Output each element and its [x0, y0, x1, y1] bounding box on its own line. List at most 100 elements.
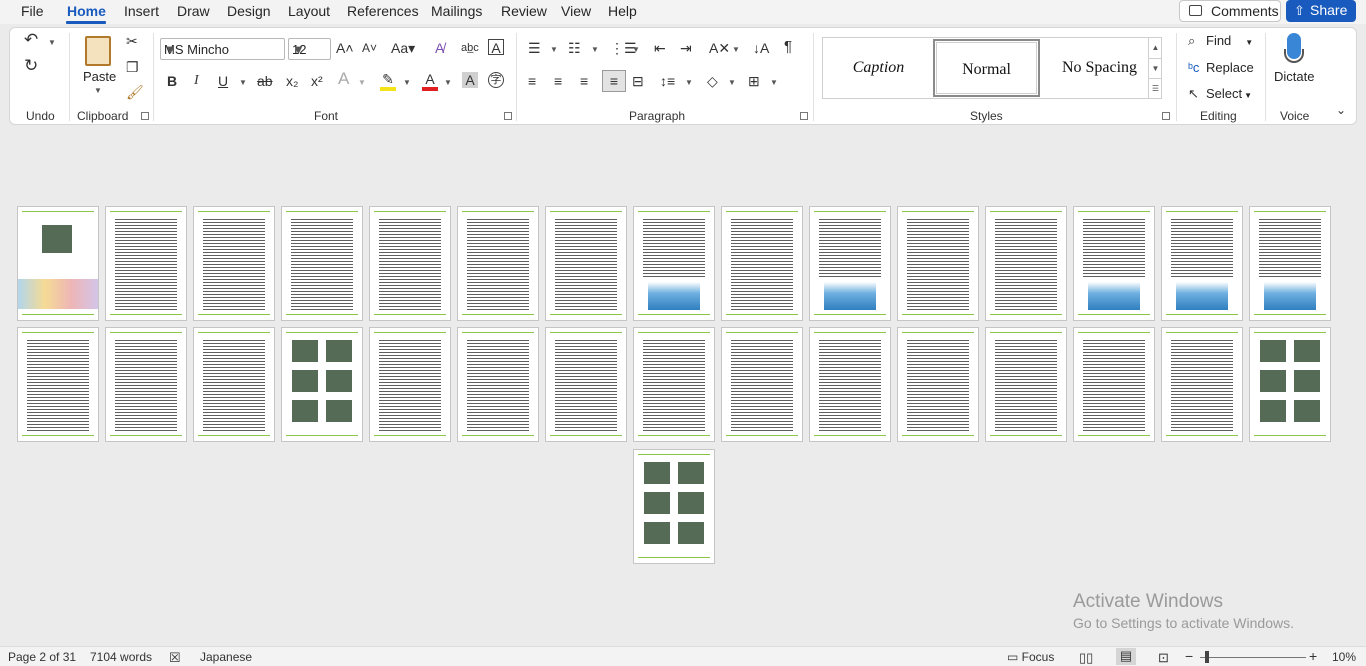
- document-page-thumbnail[interactable]: [1249, 206, 1331, 321]
- align-right-icon[interactable]: ≡: [580, 73, 588, 89]
- document-page-thumbnail[interactable]: [457, 327, 539, 442]
- focus-button[interactable]: ▭ Focus: [1007, 650, 1054, 664]
- text-effects-icon[interactable]: A: [338, 70, 349, 87]
- asian-layout-icon[interactable]: A✕: [709, 40, 730, 56]
- document-page-thumbnail[interactable]: [809, 206, 891, 321]
- share-button[interactable]: ⇧ Share: [1286, 0, 1356, 22]
- tab-view[interactable]: View: [561, 3, 591, 19]
- page-indicator[interactable]: Page 2 of 31: [8, 650, 76, 664]
- styles-more-icon[interactable]: ☰: [1148, 78, 1162, 98]
- collapse-ribbon-icon[interactable]: ⌄: [1336, 102, 1346, 118]
- increase-indent-icon[interactable]: ⇥: [680, 40, 692, 56]
- align-left-icon[interactable]: ≡: [528, 73, 536, 89]
- bullets-icon[interactable]: ☰: [528, 40, 541, 56]
- format-painter-icon[interactable]: 🖌: [126, 84, 144, 100]
- find-button[interactable]: ⌕ Find ▼: [1188, 33, 1253, 49]
- document-page-thumbnail[interactable]: [17, 327, 99, 442]
- word-count[interactable]: 7104 words: [90, 650, 152, 664]
- document-page-thumbnail[interactable]: [633, 449, 715, 564]
- document-page-thumbnail[interactable]: [17, 206, 99, 321]
- style-caption[interactable]: Caption: [826, 39, 931, 97]
- undo-dropdown-icon[interactable]: ▼: [48, 38, 56, 47]
- tab-file[interactable]: File: [21, 3, 44, 19]
- proofing-icon[interactable]: ☒: [169, 650, 181, 666]
- text-effects-dropdown-icon[interactable]: ▼: [358, 78, 366, 87]
- redo-icon[interactable]: ↻: [24, 57, 38, 74]
- grow-font-icon[interactable]: A˄: [336, 40, 354, 56]
- font-name-select[interactable]: MS Mincho ▼: [160, 38, 285, 60]
- document-page-thumbnail[interactable]: [633, 327, 715, 442]
- tab-insert[interactable]: Insert: [124, 3, 159, 19]
- borders-icon[interactable]: ⊞: [748, 73, 760, 89]
- print-layout-icon[interactable]: ▤: [1116, 648, 1136, 665]
- dictate-button[interactable]: Dictate: [1272, 31, 1316, 91]
- document-page-thumbnail[interactable]: [105, 206, 187, 321]
- paste-button[interactable]: Paste ▼: [80, 34, 116, 96]
- font-launcher-icon[interactable]: [504, 112, 512, 120]
- clear-formatting-icon[interactable]: A̸: [435, 40, 444, 56]
- distributed-icon[interactable]: ⊟: [632, 73, 644, 89]
- character-border-icon[interactable]: A: [488, 39, 504, 56]
- character-shading-icon[interactable]: A: [462, 72, 478, 88]
- document-page-thumbnail[interactable]: [1161, 327, 1243, 442]
- style-normal[interactable]: Normal: [933, 39, 1040, 97]
- comments-button[interactable]: Comments: [1179, 0, 1281, 22]
- asian-layout-dropdown-icon[interactable]: ▼: [732, 45, 740, 54]
- document-page-thumbnail[interactable]: [545, 206, 627, 321]
- change-case-icon[interactable]: Aa▾: [391, 40, 415, 56]
- document-page-thumbnail[interactable]: [721, 206, 803, 321]
- tab-review[interactable]: Review: [501, 3, 547, 19]
- zoom-slider-thumb[interactable]: [1205, 651, 1209, 663]
- sort-icon[interactable]: ↓A: [753, 40, 769, 56]
- font-color-icon[interactable]: A: [422, 71, 438, 91]
- document-page-thumbnail[interactable]: [1073, 327, 1155, 442]
- tab-home[interactable]: Home: [67, 3, 106, 19]
- styles-scroll-up-icon[interactable]: ▲: [1148, 38, 1162, 58]
- borders-dropdown-icon[interactable]: ▼: [770, 78, 778, 87]
- paragraph-launcher-icon[interactable]: [800, 112, 808, 120]
- document-page-thumbnail[interactable]: [193, 206, 275, 321]
- language-indicator[interactable]: Japanese: [200, 650, 252, 664]
- underline-dropdown-icon[interactable]: ▼: [239, 78, 247, 87]
- document-page-thumbnail[interactable]: [1161, 206, 1243, 321]
- italic-icon[interactable]: I: [194, 73, 199, 89]
- document-page-thumbnail[interactable]: [545, 327, 627, 442]
- tab-references[interactable]: References: [347, 3, 419, 19]
- zoom-in-icon[interactable]: +: [1309, 648, 1317, 664]
- font-color-dropdown-icon[interactable]: ▼: [444, 78, 452, 87]
- document-page-thumbnail[interactable]: [193, 327, 275, 442]
- strikethrough-icon[interactable]: ab: [257, 73, 273, 89]
- styles-launcher-icon[interactable]: [1162, 112, 1170, 120]
- font-size-select[interactable]: 12 ▼: [288, 38, 331, 60]
- document-page-thumbnail[interactable]: [721, 327, 803, 442]
- document-page-thumbnail[interactable]: [281, 327, 363, 442]
- numbering-icon[interactable]: ☷: [568, 40, 581, 56]
- styles-scroll-down-icon[interactable]: ▼: [1148, 58, 1162, 78]
- align-center-icon[interactable]: ≡: [554, 73, 562, 89]
- phonetic-guide-icon[interactable]: ab̲c: [461, 40, 479, 56]
- shrink-font-icon[interactable]: A˅: [362, 40, 377, 56]
- shading-icon[interactable]: ◇: [707, 73, 718, 89]
- superscript-icon[interactable]: x²: [311, 73, 323, 89]
- style-no-spacing[interactable]: No Spacing: [1042, 39, 1157, 97]
- document-page-thumbnail[interactable]: [1073, 206, 1155, 321]
- document-page-thumbnail[interactable]: [633, 206, 715, 321]
- highlight-dropdown-icon[interactable]: ▼: [403, 78, 411, 87]
- document-page-thumbnail[interactable]: [105, 327, 187, 442]
- numbering-dropdown-icon[interactable]: ▼: [591, 45, 599, 54]
- decrease-indent-icon[interactable]: ⇤: [654, 40, 666, 56]
- read-mode-icon[interactable]: ▯▯: [1079, 650, 1093, 666]
- subscript-icon[interactable]: x₂: [286, 73, 298, 89]
- highlight-icon[interactable]: ✎: [380, 71, 396, 91]
- select-button[interactable]: ↖ Select ▼: [1188, 86, 1252, 102]
- tab-help[interactable]: Help: [608, 3, 637, 19]
- show-formatting-marks-icon[interactable]: ¶: [784, 39, 792, 55]
- document-page-thumbnail[interactable]: [457, 206, 539, 321]
- web-layout-icon[interactable]: ⊡: [1158, 650, 1169, 666]
- copy-icon[interactable]: ❐: [126, 59, 139, 75]
- document-page-thumbnail[interactable]: [985, 327, 1067, 442]
- undo-icon[interactable]: ↶: [24, 31, 38, 48]
- tab-layout[interactable]: Layout: [288, 3, 330, 19]
- tab-mailings[interactable]: Mailings: [431, 3, 482, 19]
- document-page-thumbnail[interactable]: [369, 206, 451, 321]
